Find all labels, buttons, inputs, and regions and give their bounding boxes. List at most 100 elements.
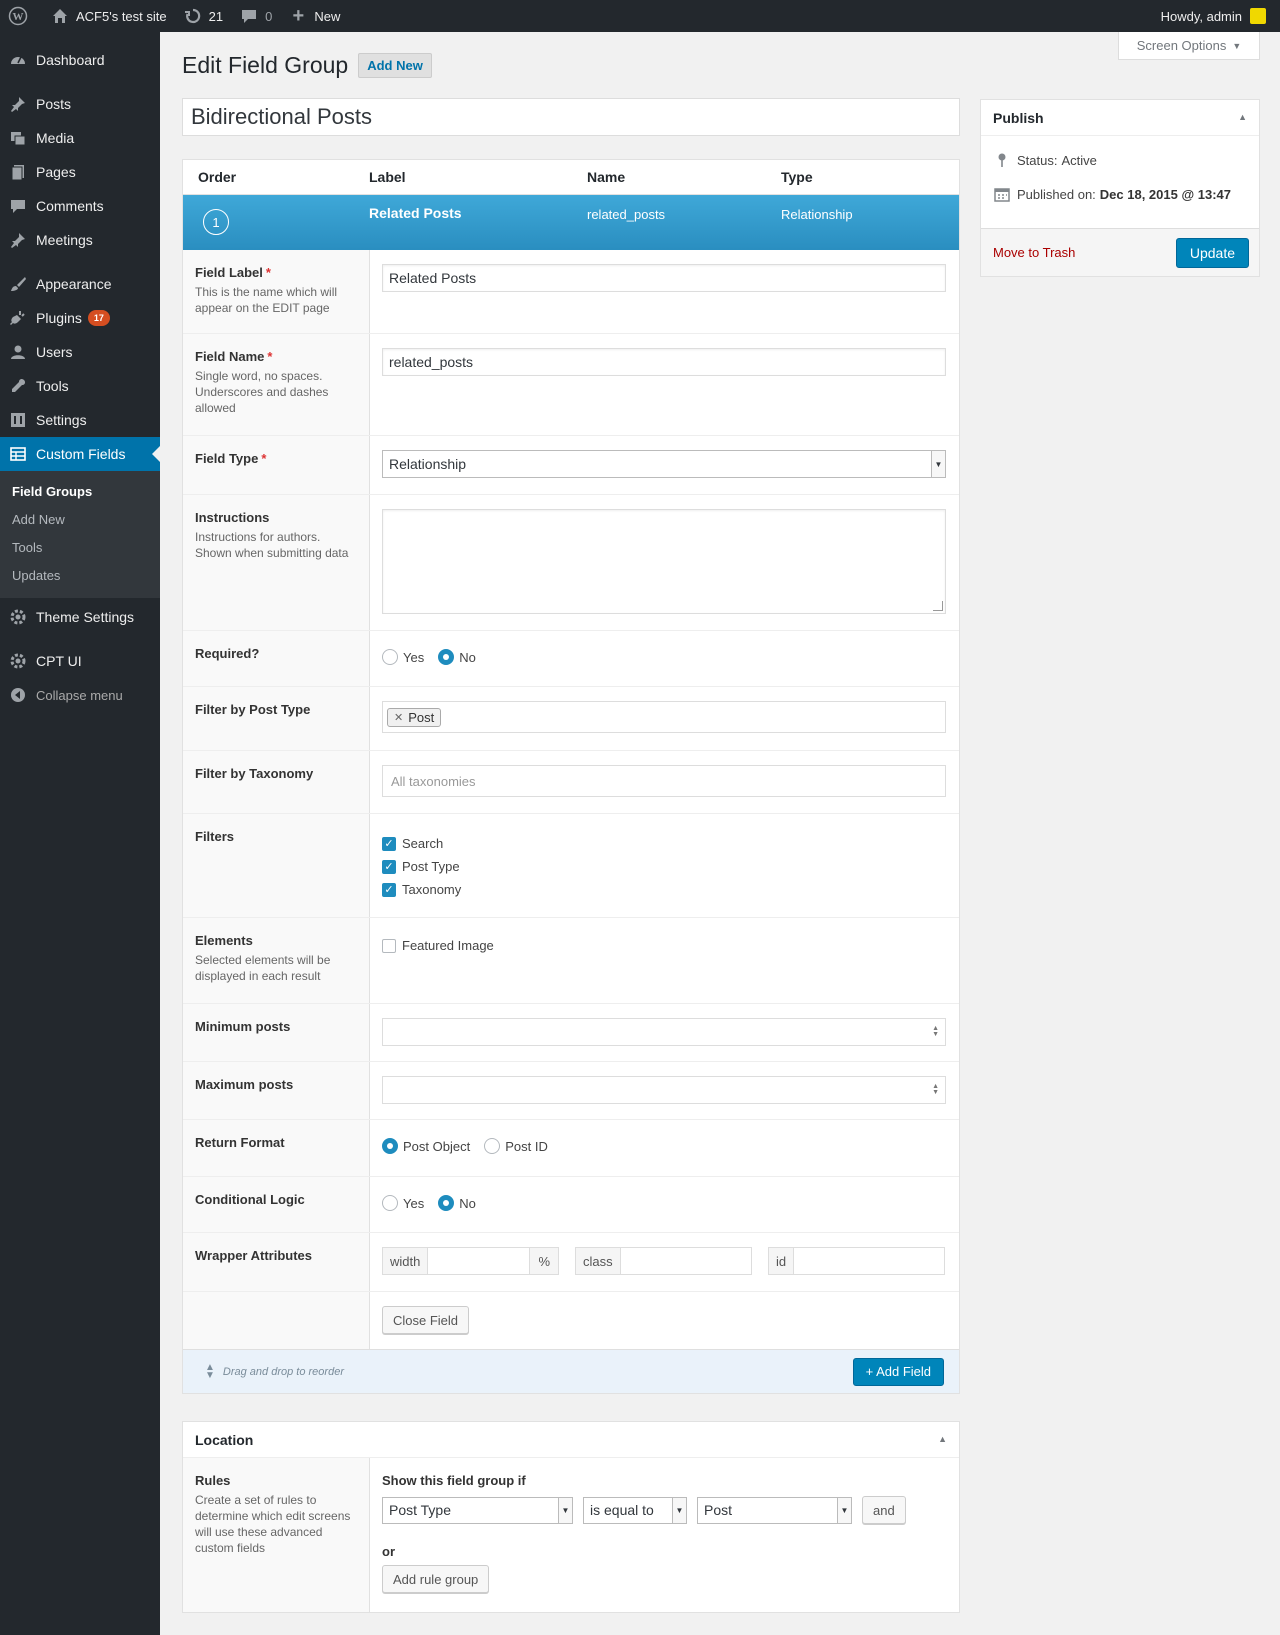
wrapper-id-input[interactable]: id xyxy=(768,1247,945,1275)
add-field-button[interactable]: + Add Field xyxy=(852,1357,944,1386)
setting-label-cell: Required? xyxy=(183,631,370,686)
conditional-yes-radio[interactable]: Yes xyxy=(382,1195,424,1211)
active-field-type: Relationship xyxy=(781,207,853,222)
radio-label: Yes xyxy=(403,1195,425,1211)
wordpress-logo[interactable]: W xyxy=(0,0,42,32)
percent-suffix: % xyxy=(529,1248,558,1274)
rule-operator-select[interactable]: is equal to ▼ xyxy=(583,1496,687,1524)
menu-users[interactable]: Users xyxy=(0,335,160,369)
updates-link[interactable]: 21 xyxy=(175,0,231,32)
location-box: Location ▲ Rules Create a set of rules t… xyxy=(182,1421,960,1613)
field-name-input[interactable]: related_posts xyxy=(382,348,946,376)
location-title: Location xyxy=(195,1431,254,1448)
menu-comments[interactable]: Comments xyxy=(0,189,160,223)
location-header[interactable]: Location ▲ xyxy=(183,1422,959,1458)
menu-media[interactable]: Media xyxy=(0,121,160,155)
setting-title: Required? xyxy=(195,646,260,661)
submenu-add-new[interactable]: Add New xyxy=(0,506,160,534)
and-button[interactable]: and xyxy=(862,1496,906,1524)
comments-count: 0 xyxy=(265,8,273,24)
resize-grip-icon[interactable] xyxy=(933,601,943,611)
menu-settings[interactable]: Settings xyxy=(0,403,160,437)
comment-icon xyxy=(8,196,28,216)
new-label: New xyxy=(314,8,341,24)
add-rule-group-button[interactable]: Add rule group xyxy=(382,1565,490,1593)
required-no-radio[interactable]: No xyxy=(438,649,476,665)
instructions-textarea[interactable] xyxy=(382,509,946,614)
max-posts-input[interactable]: ▲ ▼ xyxy=(382,1076,946,1104)
featured-image-checkbox[interactable]: Featured Image xyxy=(382,934,947,957)
my-account-link[interactable]: Howdy, admin xyxy=(1153,0,1280,32)
menu-plugins[interactable]: Plugins 17 xyxy=(0,301,160,335)
post-type-token[interactable]: ✕ Post xyxy=(387,707,442,727)
field-order-number[interactable]: 1 xyxy=(203,209,229,235)
drag-hint: ▲ ▼ Drag and drop to reorder xyxy=(205,1362,344,1380)
menu-label: Pages xyxy=(36,164,76,180)
filter-search-checkbox[interactable]: ✓ Search xyxy=(382,832,947,855)
menu-appearance[interactable]: Appearance xyxy=(0,267,160,301)
active-field-label[interactable]: Related Posts xyxy=(369,205,462,221)
rule-value-select[interactable]: Post ▼ xyxy=(697,1496,852,1524)
setting-label-cell: Filter by Post Type xyxy=(183,687,370,750)
required-marker: * xyxy=(267,349,273,364)
update-button[interactable]: Update xyxy=(1175,237,1249,268)
wrapper-width-input[interactable]: width% xyxy=(382,1247,559,1275)
menu-posts[interactable]: Posts xyxy=(0,87,160,121)
collapse-menu-button[interactable]: Collapse menu xyxy=(0,678,160,712)
return-post-id-radio[interactable]: Post ID xyxy=(484,1138,548,1154)
submenu-updates[interactable]: Updates xyxy=(0,562,160,590)
dropdown-arrow-icon: ▼ xyxy=(558,1497,572,1523)
menu-theme-settings[interactable]: Theme Settings xyxy=(0,600,160,634)
submenu-tools[interactable]: Tools xyxy=(0,534,160,562)
min-posts-input[interactable]: ▲ ▼ xyxy=(382,1018,946,1046)
filter-taxonomy-checkbox[interactable]: ✓ Taxonomy xyxy=(382,878,947,901)
publish-header[interactable]: Publish ▲ xyxy=(981,100,1259,136)
screen-options-button[interactable]: Screen Options ▼ xyxy=(1118,32,1260,60)
comments-link[interactable]: 0 xyxy=(231,0,280,32)
plugins-update-badge: 17 xyxy=(87,310,110,326)
radio-checked-icon xyxy=(438,649,455,665)
close-field-button[interactable]: Close Field xyxy=(382,1306,470,1334)
setting-min-posts: Minimum posts ▲ ▼ xyxy=(183,1003,959,1061)
spinner-icon[interactable]: ▲ ▼ xyxy=(932,1025,939,1038)
menu-label: CPT UI xyxy=(36,653,82,669)
setting-field-type: Field Type * Relationship ▼ xyxy=(183,435,959,494)
field-label-input[interactable]: Related Posts xyxy=(382,264,946,292)
menu-pages[interactable]: Pages xyxy=(0,155,160,189)
move-to-trash-link[interactable]: Move to Trash xyxy=(993,245,1075,260)
plus-icon: + xyxy=(292,4,305,27)
setting-title: Field Label * xyxy=(195,265,357,280)
publish-actions: Move to Trash Update xyxy=(981,228,1259,276)
select-value: is equal to xyxy=(590,1502,654,1518)
submenu-field-groups[interactable]: Field Groups xyxy=(0,478,160,506)
rule-line: Post Type ▼ is equal to ▼ Post ▼ and xyxy=(382,1496,906,1524)
spinner-icon[interactable]: ▲ ▼ xyxy=(932,1083,939,1096)
menu-label: Custom Fields xyxy=(36,446,126,462)
menu-tools[interactable]: Tools xyxy=(0,369,160,403)
collapse-toggle-icon[interactable]: ▲ xyxy=(938,1434,947,1444)
remove-token-icon[interactable]: ✕ xyxy=(394,711,403,724)
menu-cpt-ui[interactable]: CPT UI xyxy=(0,644,160,678)
menu-dashboard[interactable]: Dashboard xyxy=(0,43,160,77)
menu-meetings[interactable]: Meetings xyxy=(0,223,160,257)
post-type-filter-input[interactable]: ✕ Post xyxy=(382,701,946,733)
menu-custom-fields[interactable]: Custom Fields xyxy=(0,437,160,471)
active-field-row[interactable]: 1 Related Posts related_posts Relationsh… xyxy=(183,195,959,250)
add-new-button[interactable]: Add New xyxy=(358,53,432,78)
collapse-toggle-icon[interactable]: ▲ xyxy=(1238,112,1247,122)
admin-bar: W ACF5's test site 21 0 + New Howdy, adm… xyxy=(0,0,1280,32)
return-post-object-radio[interactable]: Post Object xyxy=(382,1138,470,1154)
field-group-title-input[interactable]: Bidirectional Posts xyxy=(182,98,960,136)
field-type-select[interactable]: Relationship ▼ xyxy=(382,450,946,478)
site-name: ACF5's test site xyxy=(76,8,167,24)
wrapper-class-input[interactable]: class xyxy=(575,1247,752,1275)
new-content-link[interactable]: + New xyxy=(280,0,348,32)
filter-post-type-checkbox[interactable]: ✓ Post Type xyxy=(382,855,947,878)
fields-table-header: Order Label Name Type xyxy=(183,160,959,195)
rule-param-select[interactable]: Post Type ▼ xyxy=(382,1496,573,1524)
taxonomy-filter-input[interactable]: All taxonomies xyxy=(382,765,946,797)
setting-title: Wrapper Attributes xyxy=(195,1248,313,1263)
required-yes-radio[interactable]: Yes xyxy=(382,649,424,665)
conditional-no-radio[interactable]: No xyxy=(438,1195,476,1211)
site-name-link[interactable]: ACF5's test site xyxy=(42,0,175,32)
